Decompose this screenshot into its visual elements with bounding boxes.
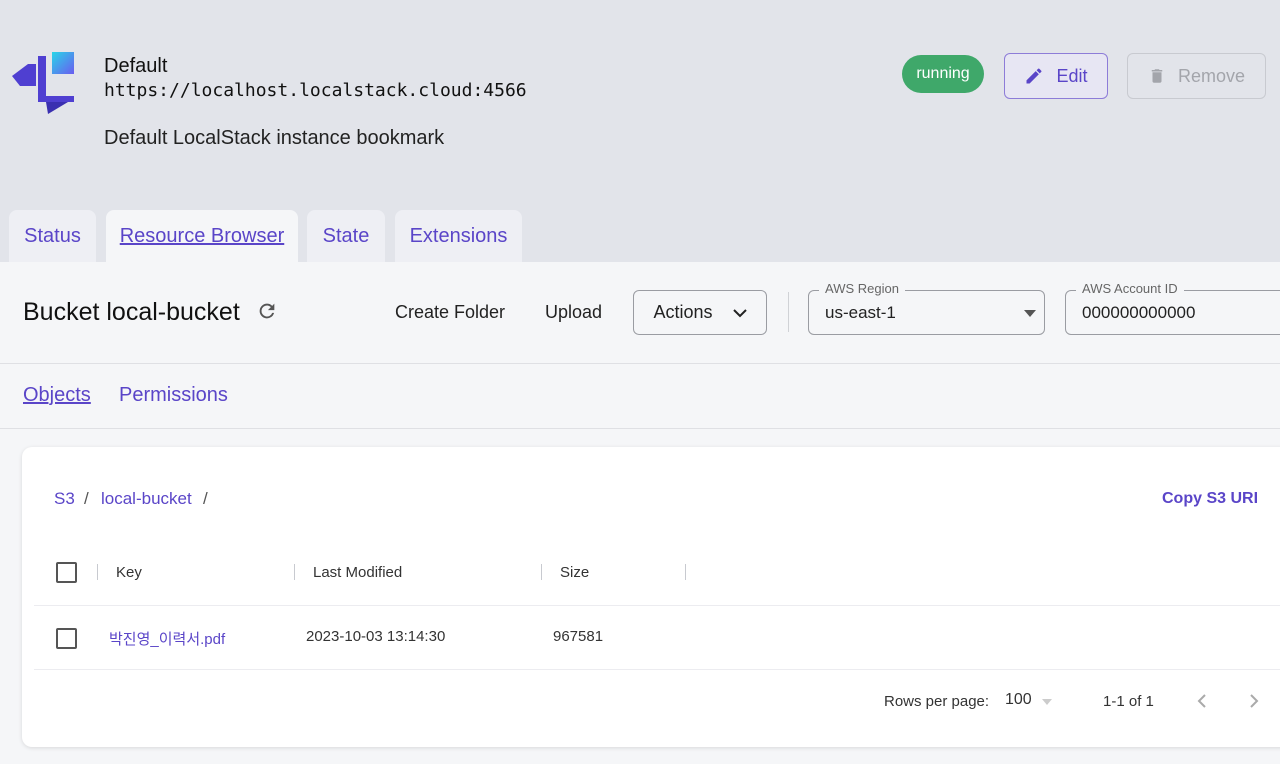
page-title: Bucket local-bucket	[23, 298, 240, 326]
aws-region-label: AWS Region	[819, 281, 905, 296]
actions-button[interactable]: Actions	[633, 290, 767, 335]
objects-card: S3 / local-bucket / Copy S3 URI Key Last…	[22, 447, 1280, 747]
instance-url: https://localhost.localstack.cloud:4566	[104, 80, 527, 101]
tab-resource-browser-label: Resource Browser	[119, 224, 285, 247]
aws-region-value: us-east-1	[825, 303, 896, 322]
instance-name: Default	[104, 55, 168, 77]
object-key-link[interactable]: 박진영_이력서.pdf	[109, 628, 225, 649]
refresh-icon[interactable]	[256, 300, 278, 322]
rows-per-page-label: Rows per page:	[884, 693, 990, 710]
object-size: 967581	[553, 628, 604, 645]
tab-state[interactable]: State	[307, 210, 385, 262]
toolbar-divider	[788, 292, 789, 332]
tab-extensions[interactable]: Extensions	[395, 210, 522, 262]
copy-s3-uri-button[interactable]: Copy S3 URI	[1162, 490, 1258, 508]
tab-state-label: State	[322, 224, 370, 247]
subtabs: Objects Permissions	[0, 364, 1280, 429]
chevron-down-icon	[732, 308, 747, 317]
rows-per-page-select[interactable]: 100	[1005, 691, 1032, 709]
chevron-left-icon[interactable]	[1196, 693, 1208, 709]
header-divider	[34, 605, 1280, 606]
instance-header: Default https://localhost.localstack.clo…	[0, 0, 1280, 262]
create-folder-button[interactable]: Create Folder	[395, 302, 505, 323]
chevron-right-icon[interactable]	[1248, 693, 1260, 709]
trash-icon	[1151, 69, 1163, 83]
localstack-logo-icon	[12, 52, 74, 114]
tab-permissions[interactable]: Permissions	[119, 384, 228, 407]
column-header-last-modified[interactable]: Last Modified	[313, 564, 402, 581]
breadcrumb-s3[interactable]: S3	[54, 489, 75, 509]
aws-account-id-label: AWS Account ID	[1076, 281, 1184, 296]
column-separator	[685, 564, 686, 580]
remove-label: Remove	[1177, 65, 1246, 86]
dropdown-arrow-icon	[1024, 310, 1036, 317]
row-checkbox[interactable]	[56, 628, 77, 649]
actions-label: Actions	[653, 302, 713, 322]
column-header-key[interactable]: Key	[116, 564, 142, 581]
tab-objects[interactable]: Objects	[23, 384, 91, 407]
edit-label: Edit	[1056, 65, 1088, 86]
tab-resource-browser[interactable]: Resource Browser	[106, 210, 298, 262]
status-badge: running	[902, 55, 984, 93]
breadcrumb-separator: /	[203, 489, 208, 508]
pagination-range: 1-1 of 1	[1103, 693, 1154, 710]
object-last-modified: 2023-10-03 13:14:30	[306, 628, 446, 645]
remove-button[interactable]: Remove	[1127, 53, 1266, 99]
column-header-size[interactable]: Size	[560, 564, 589, 581]
edit-button[interactable]: Edit	[1004, 53, 1108, 99]
select-all-checkbox[interactable]	[56, 562, 77, 583]
breadcrumb-bucket[interactable]: local-bucket	[101, 489, 192, 509]
tab-status-label: Status	[24, 224, 81, 247]
tab-extensions-label: Extensions	[409, 224, 508, 247]
aws-account-id-value: 000000000000	[1082, 303, 1196, 322]
tab-status[interactable]: Status	[9, 210, 96, 262]
pencil-icon	[1026, 68, 1042, 84]
breadcrumb-separator: /	[84, 489, 89, 508]
upload-button[interactable]: Upload	[545, 302, 602, 323]
column-separator	[541, 564, 542, 580]
column-separator	[97, 564, 98, 580]
aws-region-select[interactable]: AWS Region us-east-1	[808, 281, 1045, 335]
column-separator	[294, 564, 295, 580]
instance-description: Default LocalStack instance bookmark	[104, 127, 445, 149]
bucket-toolbar: Bucket local-bucket Create Folder Upload…	[0, 262, 1280, 364]
row-divider	[34, 669, 1280, 670]
aws-account-id-field[interactable]: AWS Account ID 000000000000	[1065, 281, 1280, 335]
dropdown-arrow-icon	[1042, 699, 1052, 705]
